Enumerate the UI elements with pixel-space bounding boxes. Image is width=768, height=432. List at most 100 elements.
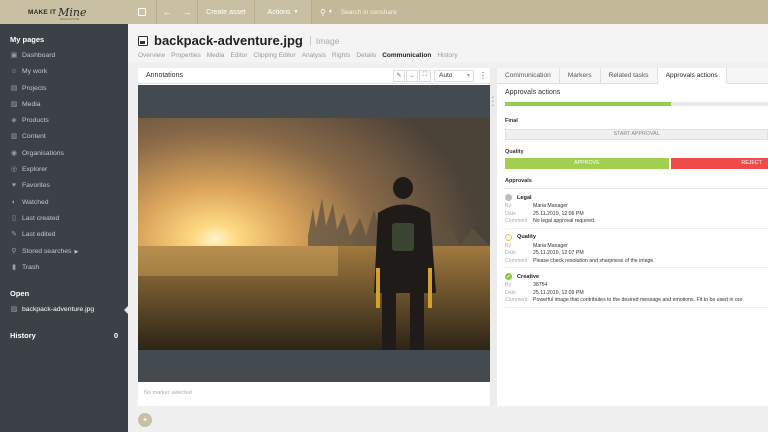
date-label: Date: [505, 289, 516, 296]
back-button[interactable]: ←: [157, 0, 177, 24]
more-options-button[interactable]: ⋮: [476, 71, 490, 80]
approvals-body: Approvals actions Final START APPROVAL Q…: [497, 89, 768, 308]
section-my-pages: My pages: [10, 35, 45, 44]
tab-rights[interactable]: Rights: [332, 52, 350, 59]
brand-line1: MAKE IT: [28, 8, 57, 16]
asset-type: Image: [309, 35, 339, 46]
approvals-heading: Approvals actions: [505, 89, 561, 96]
tab-clipping-editor[interactable]: Clipping Editor: [253, 52, 295, 59]
globe-icon: ◉: [10, 149, 18, 157]
section-history[interactable]: History 0: [0, 328, 128, 344]
annotation-toolbar: ✎ ↔ ⛶ Auto ⋮: [393, 68, 490, 84]
approvals-panel: Communication Markers Related tasks Appr…: [497, 68, 768, 406]
document-icon: ▥: [10, 133, 18, 141]
tab-approvals-actions[interactable]: Approvals actions: [657, 68, 727, 84]
history-label: History: [10, 331, 36, 341]
approval-name: Legal: [517, 194, 532, 201]
reject-button[interactable]: REJECT: [670, 158, 768, 169]
sidebar: MAKE IT Mine MAGAZINE My pages ▣ Dashboar…: [0, 0, 128, 432]
sidebar-item-label: Organisations: [22, 149, 64, 157]
approval-date: 25.11.2019, 12:06 PM: [533, 210, 584, 217]
tab-related-tasks[interactable]: Related tasks: [601, 68, 658, 84]
file-icon: ▯: [12, 214, 16, 222]
tab-media[interactable]: Media: [207, 52, 225, 59]
sidebar-item-label: Dashboard: [22, 52, 56, 59]
dashboard-icon: ▣: [10, 52, 18, 59]
sidebar-item-content[interactable]: ▥ Content: [0, 129, 128, 145]
search-input[interactable]: Search in censhare: [341, 9, 397, 16]
sidebar-item-label: Last created: [22, 214, 60, 222]
sidebar-item-label: Products: [22, 117, 49, 125]
sidebar-item-favorites[interactable]: ♥ Favorites: [0, 178, 128, 194]
sidebar-item-last-edited[interactable]: ✎ Last edited: [0, 227, 128, 243]
draw-tool-button[interactable]: ✎: [393, 69, 405, 82]
sidebar-item-last-created[interactable]: ▯ Last created: [0, 211, 128, 227]
approval-comment: No legal approval required.: [533, 218, 596, 224]
pin-icon: ✦: [142, 417, 148, 424]
toggle-sidebar-button[interactable]: [128, 0, 156, 24]
sidebar-item-label: Content: [22, 133, 46, 141]
approval-title: Legal: [505, 194, 768, 201]
sidebar-item-label: Media: [22, 100, 41, 108]
search-icon: ⚲: [320, 7, 326, 17]
page-title: backpack-adventure.jpg: [154, 33, 303, 48]
sidebar-item-stored-searches[interactable]: ⚲ Stored searches ▶: [0, 244, 128, 260]
forward-button[interactable]: →: [177, 0, 197, 24]
sidebar-item-my-work[interactable]: ☺ My work: [0, 64, 128, 80]
actions-button[interactable]: Actions ▼: [255, 0, 311, 24]
search-bar[interactable]: ⚲ ▼ Search in censhare: [312, 0, 768, 24]
title-row: backpack-adventure.jpg Image: [138, 33, 339, 48]
approval-by-row: By Maria Manager: [505, 243, 768, 251]
right-tabs: Communication Markers Related tasks Appr…: [497, 68, 768, 84]
tab-details[interactable]: Details: [356, 52, 376, 59]
arrows-horizontal-icon: ↔: [409, 72, 415, 79]
approval-comment-row: Comment No legal approval required.: [505, 218, 768, 226]
tab-properties[interactable]: Properties: [171, 52, 201, 59]
open-item-backpack[interactable]: ▨ backpack-adventure.jpg: [0, 302, 128, 318]
sidebar-item-organisations[interactable]: ◉ Organisations: [0, 146, 128, 162]
image-viewer[interactable]: [138, 85, 490, 382]
pin-button[interactable]: ✦: [138, 413, 152, 427]
image-file-icon: [138, 35, 148, 46]
fit-width-button[interactable]: ↔: [406, 69, 418, 82]
approval-date: 25.11.2019, 12:09 PM: [533, 289, 584, 296]
approval-title: Quality: [505, 233, 768, 241]
create-asset-button[interactable]: Create asset: [198, 0, 254, 24]
sidebar-item-label: Stored searches: [22, 247, 72, 255]
tab-communication[interactable]: Communication: [382, 52, 431, 59]
approval-name: Quality: [517, 234, 536, 240]
comment-label: Comment: [505, 297, 528, 303]
zoom-select[interactable]: Auto: [434, 69, 474, 82]
tab-markers[interactable]: Markers: [560, 68, 601, 84]
open-item-label: backpack-adventure.jpg: [22, 306, 95, 314]
actions-label: Actions: [267, 8, 291, 16]
approve-button[interactable]: APPROVE: [505, 158, 669, 169]
tab-editor[interactable]: Editor: [230, 52, 247, 59]
by-label: By: [505, 282, 512, 288]
approval-comment-row: Comment Powerful image that contributes t…: [505, 297, 768, 305]
tab-history[interactable]: History: [437, 52, 457, 59]
panel-splitter[interactable]: • • •: [490, 68, 497, 406]
tab-overview[interactable]: Overview: [138, 52, 165, 59]
sidebar-item-label: Last edited: [22, 231, 56, 239]
approvals-label: Approvals: [505, 178, 532, 184]
sidebar-item-dashboard[interactable]: ▣ Dashboard: [0, 48, 128, 64]
sidebar-item-projects[interactable]: ▤ Projects: [0, 81, 128, 97]
sidebar-item-products[interactable]: ◈ Products: [0, 113, 128, 129]
approval-progress: [505, 102, 768, 106]
brand-logo[interactable]: MAKE IT Mine MAGAZINE: [0, 0, 128, 24]
sidebar-item-media[interactable]: ▨ Media: [0, 97, 128, 113]
sidebar-item-watched[interactable]: ◐ Watched: [0, 195, 128, 211]
edit-icon: ✎: [11, 231, 17, 239]
tab-communication-right[interactable]: Communication: [497, 68, 560, 84]
tab-analysis[interactable]: Analysis: [302, 52, 326, 59]
in-progress-status-icon: [505, 233, 512, 241]
progress-fill: [505, 102, 671, 106]
fullscreen-button[interactable]: ⛶: [419, 69, 431, 82]
asset-tabs: Overview Properties Media Editor Clippin…: [138, 52, 464, 59]
sidebar-item-label: Projects: [22, 84, 47, 92]
sidebar-item-explorer[interactable]: ◎ Explorer: [0, 162, 128, 178]
start-approval-button[interactable]: START APPROVAL: [505, 129, 768, 140]
sidebar-item-trash[interactable]: ▮ Trash: [0, 260, 128, 276]
bottom-bar: ✦: [128, 408, 768, 432]
